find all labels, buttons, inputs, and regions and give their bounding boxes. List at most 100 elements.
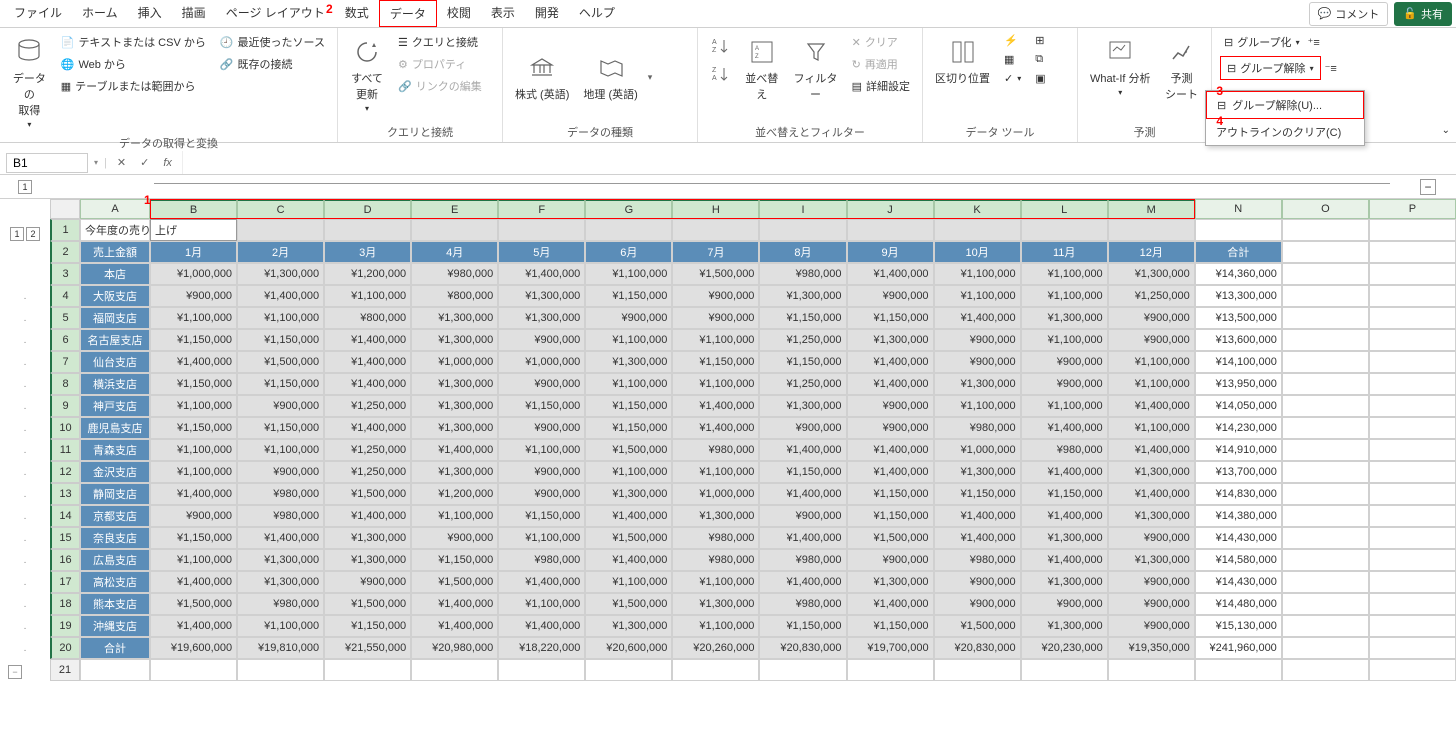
- data-cell[interactable]: ¥1,300,000: [411, 461, 498, 483]
- branch-label[interactable]: 広島支店: [80, 549, 150, 571]
- data-cell[interactable]: ¥1,400,000: [1021, 461, 1108, 483]
- col-total[interactable]: ¥20,830,000: [934, 637, 1021, 659]
- data-cell[interactable]: ¥1,100,000: [585, 329, 672, 351]
- branch-label[interactable]: 大阪支店: [80, 285, 150, 307]
- row-total[interactable]: ¥13,950,000: [1195, 373, 1282, 395]
- data-cell[interactable]: ¥1,100,000: [237, 615, 324, 637]
- data-cell[interactable]: ¥1,400,000: [585, 505, 672, 527]
- row-header-14[interactable]: 14: [50, 505, 80, 527]
- month-header[interactable]: 12月: [1108, 241, 1195, 263]
- branch-label[interactable]: 福岡支店: [80, 307, 150, 329]
- cell[interactable]: [1282, 417, 1369, 439]
- branch-label[interactable]: 奈良支店: [80, 527, 150, 549]
- row-total[interactable]: ¥14,230,000: [1195, 417, 1282, 439]
- data-cell[interactable]: ¥1,150,000: [237, 417, 324, 439]
- fx-icon[interactable]: fx: [159, 157, 176, 169]
- menu-校閲[interactable]: 校閲: [437, 0, 481, 27]
- data-cell[interactable]: ¥1,100,000: [150, 439, 237, 461]
- data-cell[interactable]: ¥1,300,000: [585, 615, 672, 637]
- data-cell[interactable]: ¥1,150,000: [498, 505, 585, 527]
- data-cell[interactable]: ¥1,400,000: [237, 285, 324, 307]
- data-cell[interactable]: ¥1,300,000: [498, 285, 585, 307]
- row-header-8[interactable]: 8: [50, 373, 80, 395]
- data-cell[interactable]: ¥900,000: [498, 329, 585, 351]
- data-cell[interactable]: ¥900,000: [672, 285, 759, 307]
- forecast-sheet-button[interactable]: 予測 シート: [1161, 32, 1203, 106]
- text-to-columns-button[interactable]: 区切り位置: [931, 32, 994, 90]
- row-outline-level-2[interactable]: 2: [26, 227, 40, 241]
- data-cell[interactable]: ¥1,300,000: [411, 373, 498, 395]
- row-total[interactable]: ¥13,600,000: [1195, 329, 1282, 351]
- cell[interactable]: [80, 659, 150, 681]
- data-cell[interactable]: ¥1,200,000: [411, 483, 498, 505]
- sales-label[interactable]: 売上金額: [80, 241, 150, 263]
- data-validation-button[interactable]: ✓▾: [1000, 70, 1025, 87]
- data-cell[interactable]: ¥900,000: [672, 307, 759, 329]
- menu-ページ レイアウト[interactable]: ページ レイアウト: [216, 0, 335, 27]
- col-header-H[interactable]: H: [672, 199, 759, 219]
- data-cell[interactable]: ¥1,400,000: [934, 527, 1021, 549]
- data-cell[interactable]: ¥1,300,000: [585, 483, 672, 505]
- month-header[interactable]: 2月: [237, 241, 324, 263]
- data-cell[interactable]: ¥980,000: [759, 593, 846, 615]
- data-cell[interactable]: ¥1,000,000: [934, 439, 1021, 461]
- col-header-I[interactable]: I: [759, 199, 846, 219]
- branch-label[interactable]: 金沢支店: [80, 461, 150, 483]
- cell[interactable]: [1282, 373, 1369, 395]
- recent-sources-button[interactable]: 🕘最近使ったソース: [216, 32, 329, 52]
- data-cell[interactable]: ¥1,300,000: [411, 307, 498, 329]
- col-header-N[interactable]: N: [1195, 199, 1282, 219]
- data-cell[interactable]: ¥1,000,000: [672, 483, 759, 505]
- col-header-F[interactable]: F: [498, 199, 585, 219]
- cell[interactable]: [1369, 307, 1456, 329]
- col-total[interactable]: ¥20,980,000: [411, 637, 498, 659]
- menu-数式[interactable]: 数式: [335, 0, 379, 27]
- cell[interactable]: [1369, 285, 1456, 307]
- cell[interactable]: [1369, 395, 1456, 417]
- branch-label[interactable]: 名古屋支店: [80, 329, 150, 351]
- data-cell[interactable]: ¥900,000: [498, 483, 585, 505]
- stocks-datatype-button[interactable]: 株式 (英語): [511, 48, 573, 106]
- cell[interactable]: [1282, 483, 1369, 505]
- data-cell[interactable]: ¥1,150,000: [847, 615, 934, 637]
- branch-label[interactable]: 沖縄支店: [80, 615, 150, 637]
- data-cell[interactable]: ¥1,300,000: [324, 549, 411, 571]
- data-cell[interactable]: ¥1,000,000: [150, 263, 237, 285]
- data-cell[interactable]: ¥1,400,000: [324, 417, 411, 439]
- name-box[interactable]: [6, 153, 88, 173]
- data-cell[interactable]: ¥1,400,000: [847, 263, 934, 285]
- data-cell[interactable]: ¥1,300,000: [759, 285, 846, 307]
- geography-datatype-button[interactable]: 地理 (英語): [579, 48, 641, 106]
- formula-input[interactable]: [182, 151, 1450, 174]
- branch-label[interactable]: 静岡支店: [80, 483, 150, 505]
- data-cell[interactable]: ¥1,500,000: [585, 439, 672, 461]
- data-cell[interactable]: ¥980,000: [237, 593, 324, 615]
- show-detail-icon[interactable]: ⁺≡: [1308, 36, 1320, 49]
- row-total[interactable]: ¥13,700,000: [1195, 461, 1282, 483]
- data-cell[interactable]: ¥1,400,000: [847, 373, 934, 395]
- data-cell[interactable]: ¥1,100,000: [672, 571, 759, 593]
- data-cell[interactable]: ¥1,400,000: [847, 461, 934, 483]
- col-total[interactable]: ¥19,700,000: [847, 637, 934, 659]
- cell[interactable]: [498, 659, 585, 681]
- from-table-button[interactable]: ▦テーブルまたは範囲から: [57, 76, 210, 96]
- queries-connections-button[interactable]: ☰クエリと接続: [394, 32, 486, 52]
- data-cell[interactable]: ¥1,400,000: [759, 483, 846, 505]
- cell[interactable]: [1369, 615, 1456, 637]
- month-header[interactable]: 4月: [411, 241, 498, 263]
- data-model-button[interactable]: ▣: [1031, 70, 1049, 87]
- data-cell[interactable]: ¥1,100,000: [1108, 373, 1195, 395]
- data-cell[interactable]: ¥1,300,000: [934, 373, 1021, 395]
- data-cell[interactable]: ¥1,100,000: [672, 461, 759, 483]
- row-header-2[interactable]: 2: [50, 241, 80, 263]
- data-cell[interactable]: ¥1,150,000: [150, 417, 237, 439]
- cell[interactable]: [1282, 615, 1369, 637]
- data-cell[interactable]: ¥1,300,000: [847, 329, 934, 351]
- row-header-6[interactable]: 6: [50, 329, 80, 351]
- data-cell[interactable]: ¥1,100,000: [411, 505, 498, 527]
- row-total[interactable]: ¥14,050,000: [1195, 395, 1282, 417]
- row-header-5[interactable]: 5: [50, 307, 80, 329]
- row-total[interactable]: ¥13,500,000: [1195, 307, 1282, 329]
- remove-duplicates-button[interactable]: ▦: [1000, 51, 1025, 68]
- cell[interactable]: [672, 219, 759, 241]
